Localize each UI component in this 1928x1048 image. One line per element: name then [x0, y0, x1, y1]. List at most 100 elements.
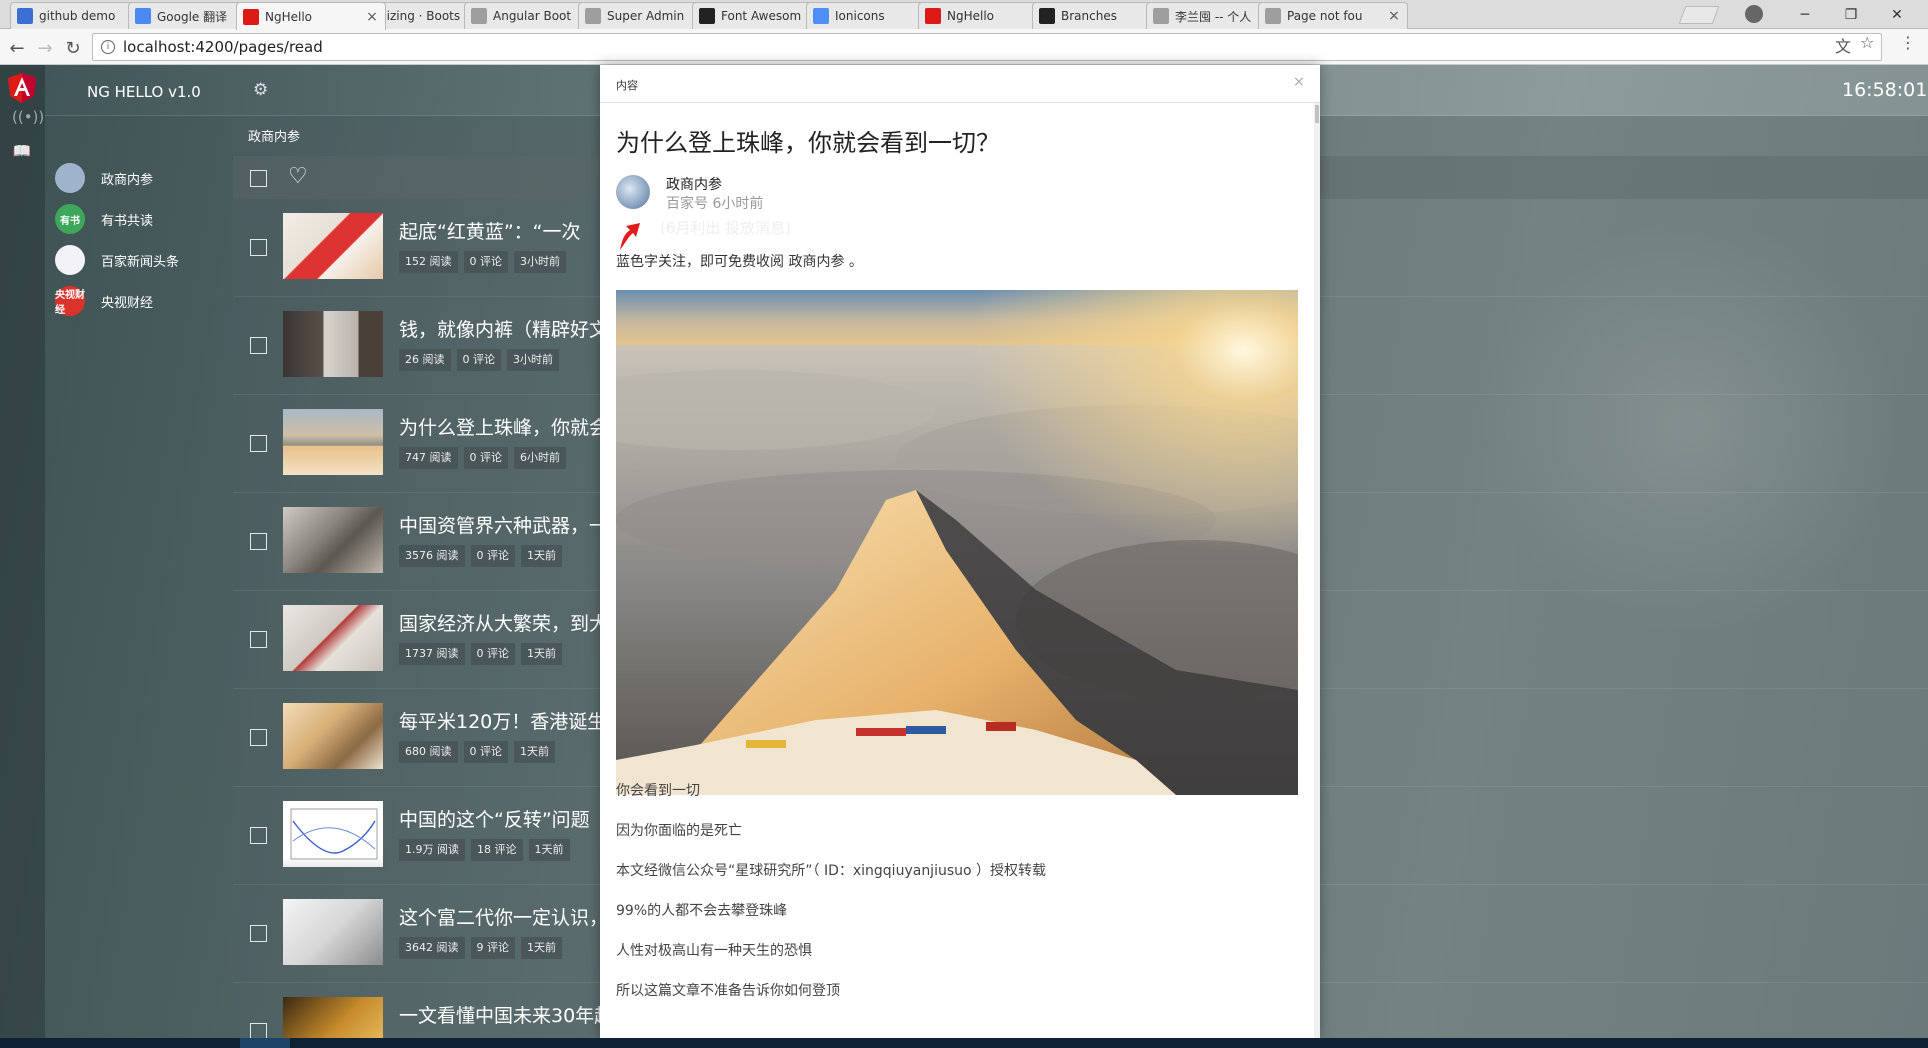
restore-icon[interactable]: ❐	[1828, 0, 1874, 29]
source-sidebar: 政商内参有书 有书共读 百家新闻头条 央视财经 央视财经	[45, 116, 233, 1038]
post-time: 3小时前	[507, 349, 559, 371]
article-meta: 3576 阅读 0 评论 1天前	[399, 545, 562, 567]
article-title-link[interactable]: 中国资管界六种武器，一	[399, 511, 608, 538]
gear-icon[interactable]: ⚙	[253, 80, 268, 100]
article-title-link[interactable]: 中国的这个“反转”问题	[399, 805, 590, 832]
article-modal: 内容 × 为什么登上珠峰，你就会看到一切？ 政商内参 百家号 6小时前 (6月利…	[600, 65, 1320, 1038]
article-title-link[interactable]: 起底“红黄蓝”：“一次	[399, 217, 581, 244]
reload-icon[interactable]: ↻	[62, 37, 84, 59]
page-icon	[1153, 8, 1169, 24]
close-window-icon[interactable]: ✕	[1874, 0, 1920, 29]
comment-count: 9 评论	[470, 937, 515, 959]
tab-title: NgHello	[265, 9, 313, 24]
row-checkbox[interactable]	[250, 925, 267, 942]
article-meta: 680 阅读 0 评论 1天前	[399, 741, 555, 763]
sidebar-item-label: 政商内参	[101, 172, 154, 188]
bookmark-star-icon[interactable]: ☆	[1860, 33, 1874, 52]
sidebar-item[interactable]: 有书 有书共读	[55, 202, 230, 236]
article-title-link[interactable]: 国家经济从大繁荣，到大	[399, 609, 608, 636]
article-thumbnail[interactable]	[283, 507, 383, 573]
article-thumbnail[interactable]	[283, 997, 383, 1038]
row-checkbox[interactable]	[250, 435, 267, 452]
row-checkbox[interactable]	[250, 827, 267, 844]
article-title: 为什么登上珠峰，你就会看到一切？	[616, 129, 1000, 157]
source-time: 百家号 6小时前	[666, 196, 764, 212]
source-avatar	[55, 163, 85, 193]
close-tab-icon[interactable]: ×	[1387, 8, 1401, 24]
article-title-link[interactable]: 钱，就像内裤（精辟好文	[399, 315, 608, 342]
article-thumbnail[interactable]	[283, 899, 383, 965]
row-checkbox[interactable]	[250, 533, 267, 550]
article-intro: 蓝色字关注，即可免费收阅 政商内参 。	[616, 254, 863, 270]
heart-icon[interactable]: ♡	[288, 164, 308, 189]
github-translate-icon	[17, 8, 33, 24]
article-meta: 747 阅读 0 评论 6小时前	[399, 447, 566, 469]
sidebar-item[interactable]: 百家新闻头条	[55, 243, 230, 277]
article-thumbnail[interactable]	[283, 311, 383, 377]
close-tab-icon[interactable]: ×	[365, 9, 379, 25]
article-title-link[interactable]: 为什么登上珠峰，你就会	[399, 413, 608, 440]
page-icon	[585, 8, 601, 24]
translate-page-icon[interactable]: ⽂	[1835, 33, 1851, 57]
url-text: localhost:4200/pages/read	[123, 38, 323, 56]
row-checkbox[interactable]	[250, 337, 267, 354]
article-thumbnail[interactable]	[283, 801, 383, 867]
app-brand: NG HELLO v1.0	[87, 83, 201, 101]
article-title-link[interactable]: 这个富二代你一定认识，	[399, 903, 608, 930]
profile-icon[interactable]	[1745, 5, 1763, 23]
article-paragraph: 所以这篇文章不准备告诉你如何登顶	[616, 983, 840, 999]
row-checkbox[interactable]	[250, 1023, 267, 1038]
article-thumbnail[interactable]	[283, 703, 383, 769]
clock: 16:58:01	[1842, 79, 1928, 101]
author-avatar	[616, 175, 650, 209]
page-icon	[1265, 8, 1281, 24]
browser-tab-strip: github demo×Google 翻译×NgHello×Sizing · B…	[0, 0, 1928, 30]
article-paragraph: 你会看到一切	[616, 783, 700, 799]
faded-banner-text: (6月利出 投放消息)	[660, 219, 792, 237]
read-count: 152 阅读	[399, 251, 458, 273]
icon-rail: ((•)) 📖	[0, 65, 45, 1038]
browser-tab[interactable]: NgHello ×	[236, 2, 386, 30]
modal-header-label: 内容	[616, 79, 638, 92]
close-icon[interactable]: ×	[1293, 74, 1305, 90]
post-time: 1天前	[521, 643, 562, 665]
author-name[interactable]: 政商内参	[666, 174, 722, 194]
article-title-link[interactable]: 每平米120万！香港诞生	[399, 707, 606, 734]
forward-icon[interactable]: →	[34, 37, 56, 59]
source-avatar	[55, 245, 85, 275]
article-paragraph: 人性对极高山有一种天生的恐惧	[616, 943, 812, 959]
browser-menu-icon[interactable]: ⋮	[1900, 33, 1916, 52]
ionicons-icon	[813, 8, 829, 24]
article-thumbnail[interactable]	[283, 605, 383, 671]
address-bar[interactable]: i localhost:4200/pages/read	[92, 33, 1882, 61]
post-time: 3小时前	[514, 251, 566, 273]
read-count: 747 阅读	[399, 447, 458, 469]
back-icon[interactable]: ←	[6, 37, 28, 59]
comment-count: 18 评论	[471, 839, 523, 861]
sidebar-item[interactable]: 央视财经 央视财经	[55, 284, 230, 318]
minimize-icon[interactable]: ─	[1782, 0, 1828, 29]
article-meta: 1.9万 阅读 18 评论 1天前	[399, 839, 570, 861]
select-all-checkbox[interactable]	[250, 170, 267, 187]
modal-scrollbar[interactable]	[1314, 103, 1320, 1038]
angular-logo-icon[interactable]	[8, 73, 36, 103]
post-time: 1天前	[528, 839, 570, 861]
row-checkbox[interactable]	[250, 729, 267, 746]
article-title-link[interactable]: 一文看懂中国未来30年超	[399, 1001, 613, 1028]
browser-tab[interactable]: Page not fou ×	[1258, 2, 1408, 29]
sidebar-item-label: 央视财经	[101, 295, 154, 311]
article-paragraph: 因为你面临的是死亡	[616, 823, 742, 839]
browser-toolbar: ← → ↻ i localhost:4200/pages/read ⽂ ☆ ⋮	[0, 29, 1928, 65]
read-count: 3642 阅读	[399, 937, 465, 959]
sidebar-item[interactable]: 政商内参	[55, 161, 230, 195]
row-checkbox[interactable]	[250, 631, 267, 648]
scrollbar-thumb[interactable]	[1315, 105, 1319, 123]
taskbar-active-app[interactable]	[240, 1038, 290, 1048]
row-checkbox[interactable]	[250, 239, 267, 256]
book-icon[interactable]: 📖	[12, 142, 32, 162]
site-info-icon[interactable]: i	[101, 40, 115, 54]
broadcast-icon[interactable]: ((•))	[12, 108, 44, 128]
article-thumbnail[interactable]	[283, 213, 383, 279]
article-thumbnail[interactable]	[283, 409, 383, 475]
new-tab-button[interactable]	[1678, 6, 1720, 24]
